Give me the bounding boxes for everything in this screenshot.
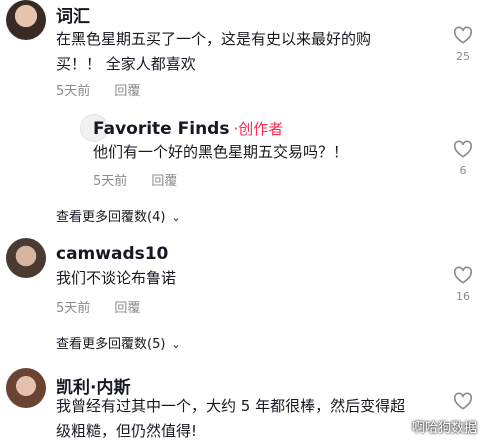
like-button[interactable]: 16 — [448, 266, 478, 303]
reply-button[interactable]: 回覆 — [151, 170, 177, 189]
heart-outline-icon — [453, 140, 473, 158]
comment-text: 在黑色星期五买了一个，这是有史以来最好的购 买！！ 全家人都喜欢 — [56, 27, 371, 77]
comment-text-line: 级粗糙，但仍然值得! — [56, 422, 198, 440]
like-count: 6 — [459, 164, 467, 177]
avatar[interactable] — [6, 238, 46, 278]
reply-text: 他们有一个好的黑色星期五交易吗？！ — [93, 143, 349, 161]
like-count: 16 — [456, 290, 470, 303]
heart-outline-icon — [453, 266, 473, 284]
view-more-replies-label[interactable]: 查看更多回覆数(4) — [56, 210, 165, 225]
reply-button[interactable]: 回覆 — [114, 80, 140, 99]
reply-meta: 5天前 回覆 — [93, 170, 177, 189]
avatar[interactable] — [6, 0, 46, 40]
like-button[interactable]: 25 — [448, 26, 478, 63]
comment-time: 5天前 — [56, 84, 91, 99]
comment-username[interactable]: camwads10 — [56, 244, 168, 264]
comment-username[interactable]: 词汇 — [56, 2, 90, 27]
reply-button[interactable]: 回覆 — [114, 297, 140, 316]
comment-meta: 5天前 回覆 — [56, 297, 140, 316]
view-more-replies-button[interactable]: 查看更多回覆数(5) ⌄ — [56, 333, 181, 352]
comment-time: 5天前 — [56, 301, 91, 316]
reply-username[interactable]: Favorite Finds ·创作者 — [93, 118, 283, 139]
reply-time: 5天前 — [93, 174, 128, 189]
view-more-replies-label[interactable]: 查看更多回覆数(5) — [56, 337, 165, 352]
view-more-replies-button[interactable]: 查看更多回覆数(4) ⌄ — [56, 206, 181, 225]
chevron-down-icon: ⌄ — [171, 338, 181, 351]
comment-meta: 5天前 回覆 — [56, 80, 140, 99]
avatar[interactable] — [6, 368, 46, 408]
heart-outline-icon — [453, 26, 473, 44]
chevron-down-icon: ⌄ — [171, 211, 181, 224]
comment-text: 我们不谈论布鲁诺 — [56, 269, 177, 287]
comment-text-line: 买！！ 全家人都喜欢 — [56, 55, 196, 73]
heart-outline-icon — [453, 392, 473, 410]
reply-username-text[interactable]: Favorite Finds — [93, 119, 229, 139]
comment-text: 我曾经有过其中一个，大约 5 年都很棒，然后变得超 级粗糙，但仍然值得! — [56, 394, 405, 444]
like-button[interactable]: 6 — [448, 140, 478, 177]
like-count: 25 — [456, 50, 470, 63]
like-button[interactable] — [448, 392, 478, 410]
comment-text-line: 在黑色星期五买了一个，这是有史以来最好的购 — [56, 30, 372, 48]
watermark: 啊哈狗数据 — [411, 421, 477, 436]
comment-text-line: 我曾经有过其中一个，大约 5 年都很棒，然后变得超 — [56, 397, 406, 415]
creator-badge: ·创作者 — [233, 120, 284, 138]
